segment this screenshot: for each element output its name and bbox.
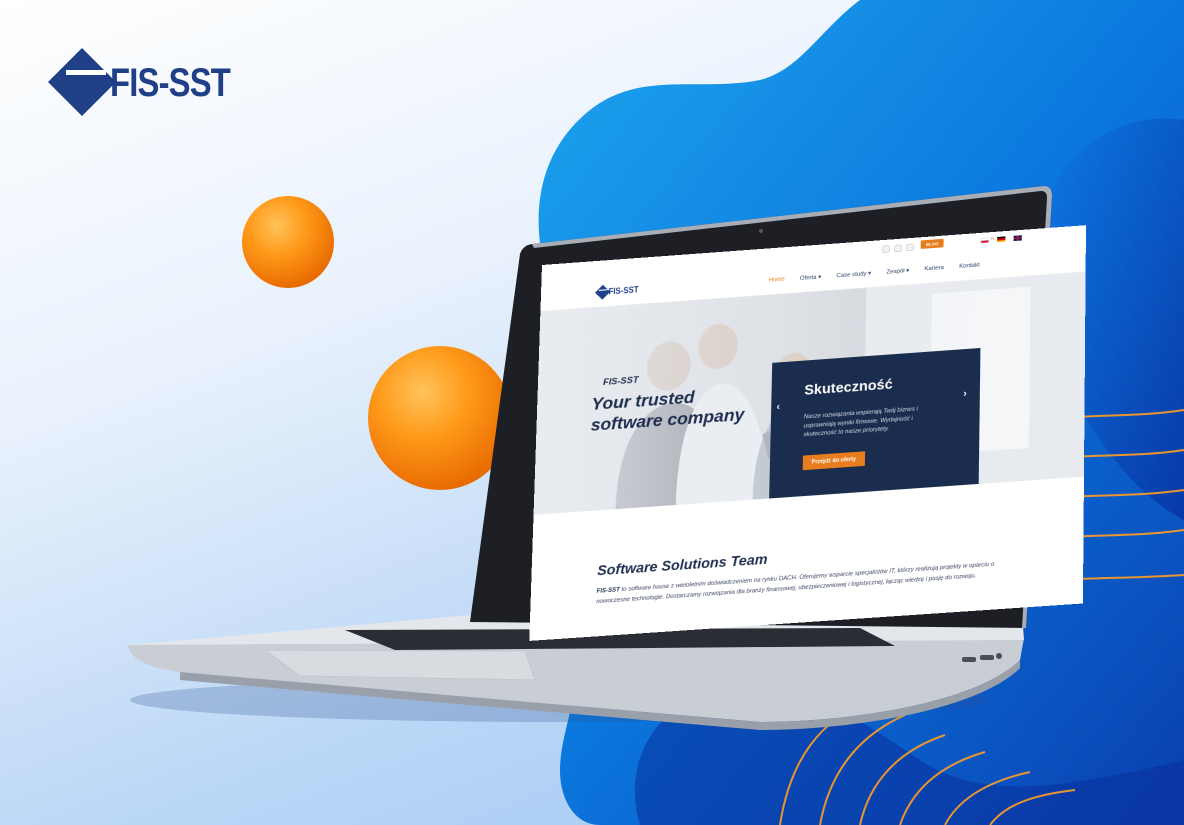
section-title: Software Solutions Team [597,550,768,579]
brand-name: FIS-SST [110,60,231,105]
hero-section: FIS-SST Your trusted software company Sk… [533,272,1086,515]
site-logo[interactable]: FIS-SST [594,282,644,301]
nav-link-zespol-label: Zespół [886,267,905,276]
chevron-down-icon: ▾ [868,270,872,277]
brand-logo: FIS-SST [48,48,256,118]
xing-icon[interactable] [906,243,914,252]
chevron-down-icon: ▾ [906,267,910,274]
hero-card-text: Nasze rozwiązania wspierają Twój biznes … [803,405,918,438]
nav-link-home[interactable]: Home [769,276,785,284]
de-flag-icon[interactable] [997,236,1006,243]
chevron-left-icon[interactable]: ‹ [777,401,781,413]
section-text-brand: FIS-SST [596,586,620,595]
nav-link-kontakt[interactable]: Kontakt [959,262,980,270]
nav-link-case-study-label: Case study [836,270,867,279]
hero-card-title: Skuteczność [804,375,893,399]
nav-link-zespol[interactable]: Zespół ▾ [886,267,910,276]
nav-link-case-study[interactable]: Case study ▾ [836,270,871,279]
orange-ball-small [242,196,334,288]
en-flag-icon[interactable] [1013,235,1022,242]
site-logo-text: FIS-SST [608,284,639,297]
brand-diamond-icon [48,48,116,116]
orange-ball-large [368,346,512,490]
offer-button[interactable]: Przejdź do oferty [802,451,865,470]
active-language: PL [990,237,996,242]
laptop-trackpad [263,649,536,681]
laptop-camera [759,229,763,233]
chevron-down-icon: ▾ [818,273,822,281]
nav-link-kariera[interactable]: Kariera [924,264,943,272]
nav-link-oferta[interactable]: Oferta ▾ [799,273,822,282]
pl-flag-icon[interactable] [980,237,989,244]
laptop-screen: BLOG PL FIS-SST Home Oferta ▾ Case study… [529,225,1086,641]
blog-button[interactable]: BLOG [920,238,944,249]
linkedin-icon[interactable] [894,244,902,252]
nav-link-oferta-label: Oferta [799,274,817,282]
facebook-icon[interactable] [882,245,890,253]
nav-links: Home Oferta ▾ Case study ▾ Zespół ▾ Kari… [769,262,980,284]
chevron-right-icon[interactable]: › [963,388,966,400]
hero-slider-card: Skuteczność Nasze rozwiązania wspierają … [769,347,981,503]
